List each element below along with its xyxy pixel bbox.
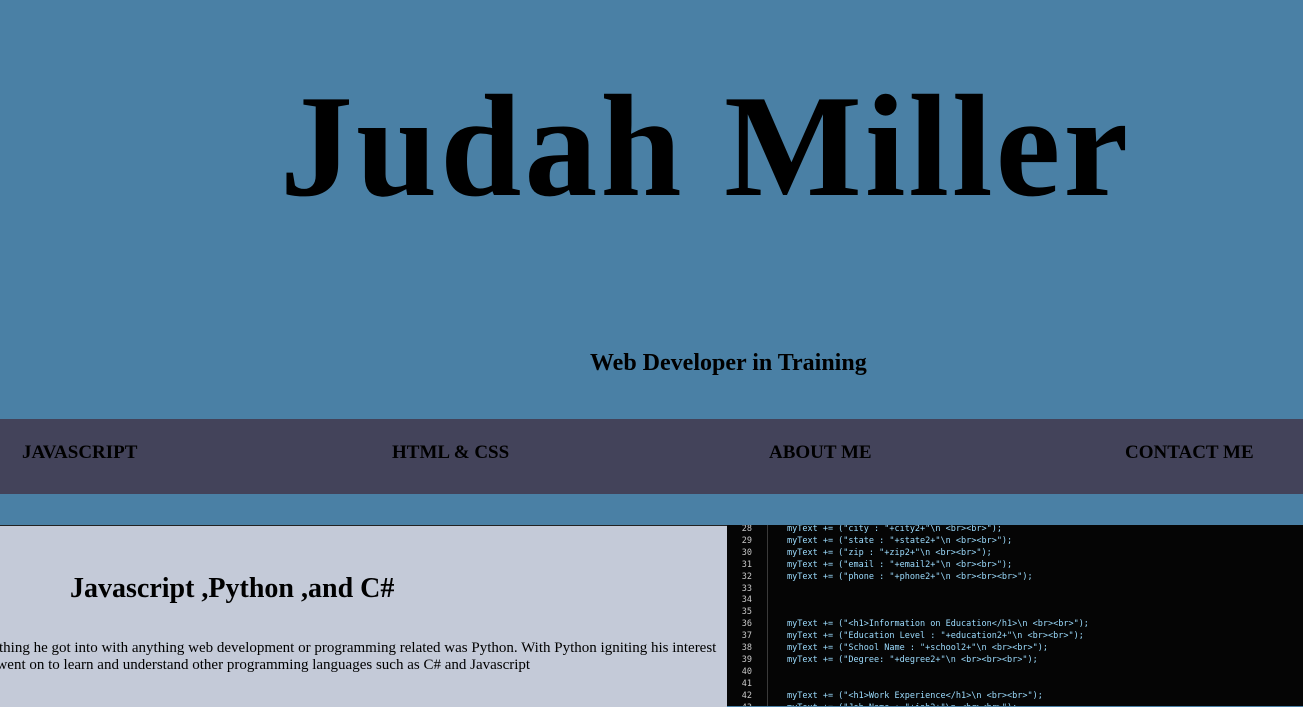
- code-gutter-divider: [767, 525, 768, 706]
- code-line-number: 42: [741, 690, 752, 701]
- code-line: 39 myText += ("Degree: "+degree2+"\n <br>…: [727, 654, 1038, 666]
- site-title: Judah Miller: [280, 65, 1132, 227]
- code-line-number: 35: [741, 607, 752, 618]
- code-line-number: 43: [727, 702, 752, 707]
- header-banner: Judah Miller Web Developer in Training: [0, 0, 1303, 419]
- code-line-number: 33: [741, 583, 752, 594]
- code-screenshot: 28 myText += ("city : "+city2+"\n <br><br…: [727, 525, 1303, 706]
- code-line-number: 30: [741, 547, 752, 558]
- code-line: 41: [727, 678, 752, 690]
- code-line-source: myText += ("state : "+state2+"\n <br><br…: [787, 535, 1013, 546]
- code-line-number: 34: [741, 595, 752, 606]
- code-line-source: myText += ("Job Name : "+job2+"\n <br><b…: [787, 702, 1017, 707]
- nav-link-javascript[interactable]: JAVASCRIPT: [22, 442, 137, 464]
- code-line-source: myText += ("zip : "+zip2+"\n <br><br>");: [787, 547, 992, 558]
- code-line: 31 myText += ("email : "+email2+"\n <br><…: [727, 559, 1012, 571]
- section-gap: [0, 494, 1303, 525]
- code-line-number: 38: [741, 643, 752, 653]
- code-line: 43 myText += ("Job Name : "+job2+"\n <br>…: [727, 702, 1018, 707]
- code-line: 38 myText += ("School Name : "+school2+"\…: [727, 642, 1048, 654]
- code-line-source: myText += ("<h1>Information on Education…: [787, 619, 1089, 630]
- code-line-number: 31: [741, 559, 752, 570]
- code-line: 32 myText += ("phone : "+phone2+"\n <br><…: [727, 571, 1033, 583]
- code-line: 40: [727, 666, 752, 678]
- code-line-number: 36: [741, 619, 752, 630]
- code-line: 34: [727, 594, 752, 606]
- tagline: Web Developer in Training: [590, 350, 867, 376]
- code-line-source: myText += ("Degree: "+degree2+"\n <br><b…: [787, 654, 1038, 665]
- code-line-source: myText += ("email : "+email2+"\n <br><br…: [787, 559, 1013, 570]
- nav-link-html-css[interactable]: HTML & CSS: [392, 442, 509, 464]
- code-line-source: myText += ("School Name : "+school2+"\n …: [787, 643, 1048, 653]
- nav-link-about-me[interactable]: ABOUT ME: [769, 442, 872, 464]
- code-line: 37 myText += ("Education Level : "+educat…: [727, 630, 1084, 642]
- code-line-source: myText += ("phone : "+phone2+"\n <br><br…: [787, 571, 1033, 582]
- code-line-number: 41: [741, 678, 752, 689]
- code-line: 28 myText += ("city : "+city2+"\n <br><br…: [727, 525, 1002, 535]
- code-line-number: 29: [741, 535, 752, 546]
- code-line: 33: [727, 583, 752, 595]
- card-text: The first thing he got into with anythin…: [0, 640, 717, 673]
- code-line: 30 myText += ("zip : "+zip2+"\n <br><br>"…: [727, 547, 992, 559]
- code-line-number: 37: [741, 631, 752, 642]
- code-line-number: 28: [741, 525, 752, 534]
- code-line-number: 39: [741, 654, 752, 665]
- code-line-number: 40: [741, 666, 752, 677]
- nav-link-contact-me[interactable]: CONTACT ME: [1125, 442, 1254, 464]
- code-line: 42 myText += ("<h1>Work Experience</h1>\n…: [727, 690, 1043, 702]
- code-line-source: myText += ("Education Level : "+educatio…: [787, 631, 1084, 642]
- card-title: Javascript ,Python ,and C#: [70, 573, 395, 604]
- skills-card: Javascript ,Python ,and C# The first thi…: [0, 525, 727, 707]
- code-line-source: myText += ("<h1>Work Experience</h1>\n <…: [787, 690, 1043, 701]
- code-line-number: 32: [741, 571, 752, 582]
- code-line-source: myText += ("city : "+city2+"\n <br><br>"…: [787, 525, 1002, 534]
- code-line: 35: [727, 606, 752, 618]
- code-line: 29 myText += ("state : "+state2+"\n <br><…: [727, 535, 1012, 547]
- code-line: 36 myText += ("<h1>Information on Educati…: [727, 618, 1089, 630]
- nav-bar: [0, 419, 1303, 494]
